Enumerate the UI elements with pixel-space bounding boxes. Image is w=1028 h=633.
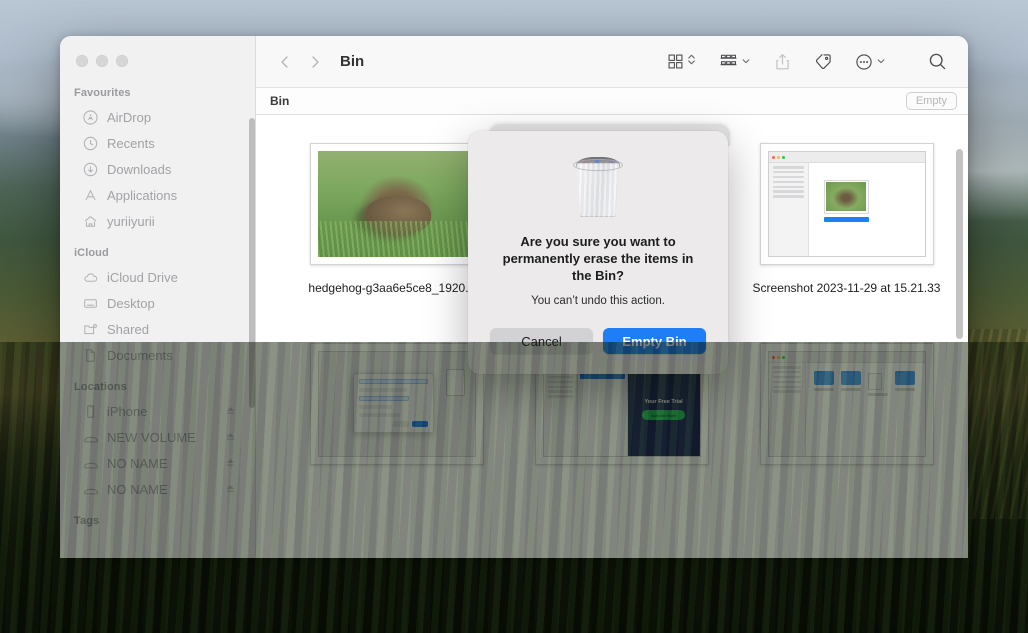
sidebar-item-label: Recents [107,136,155,151]
sidebar-header-locations: Locations [74,381,127,393]
drive-icon [81,456,100,472]
sidebar-item-home[interactable]: yuriiyurii [68,209,247,234]
mail-trial-title: Your Free Trial [644,399,683,405]
sidebar-item-no-name-1[interactable]: NO NAME [68,451,247,476]
up-down-chevron-icon [687,52,696,72]
file-thumbnail[interactable] [759,143,934,265]
sidebar-item-label: iCloud Drive [107,270,178,285]
minimize-button[interactable] [96,55,108,67]
search-button[interactable] [923,49,952,75]
share-button[interactable] [769,49,796,75]
content-scrollbar[interactable] [956,149,963,339]
empty-bin-dialog: Are you sure you want to permanently era… [468,131,728,374]
breadcrumb: Bin [270,94,290,108]
path-bar: Bin Empty [256,88,968,115]
download-icon [81,162,100,177]
sidebar-item-label: NO NAME [107,482,168,497]
mail-cta-button: Activate Now [642,410,686,420]
file-thumbnail[interactable] [309,343,484,465]
chevron-down-icon [876,53,886,71]
preferences-screenshot-art [317,351,476,457]
forward-button[interactable] [300,49,330,75]
file-name-label: hedgehog-g3aa6e5ce8_1920.jpg [308,281,485,295]
dialog-actions: Cancel Empty Bin [490,328,706,354]
sidebar-item-label: NO NAME [107,456,168,471]
window-controls [60,36,255,67]
close-button[interactable] [76,55,88,67]
chevron-down-icon [741,53,751,71]
home-icon [81,214,100,229]
sidebar-item-airdrop[interactable]: AirDrop [68,105,247,130]
sidebar-scrollbar[interactable] [249,118,255,408]
sidebar-item-label: yuriiyurii [107,214,155,229]
eject-icon[interactable] [225,482,237,497]
sidebar-item-desktop[interactable]: Desktop [68,291,247,316]
eject-icon[interactable] [225,430,237,445]
file-item-screenshot-2023-11-29[interactable]: Screenshot 2023-11-29 at 15.21.33 [734,143,959,295]
sidebar-item-documents[interactable]: Documents [68,343,247,368]
document-icon [81,348,100,363]
sidebar-item-new-volume[interactable]: NEW VOLUME [68,425,247,450]
hedgehog-photo [317,151,476,257]
dialog-title: Are you sure you want to permanently era… [502,234,694,283]
empty-bin-button[interactable]: Empty Bin [603,328,706,354]
sidebar-item-label: AirDrop [107,110,152,125]
finder-screenshot-art [767,151,926,257]
sidebar-header-tags: Tags [74,515,100,527]
desktop-wallpaper: Favourites AirDrop Recents Downloads App… [0,0,1028,633]
tag-button[interactable] [809,49,837,75]
iphone-icon [81,404,100,419]
trash-bin-icon [567,149,629,219]
desktop-icon [81,296,100,311]
sidebar-item-shared[interactable]: Shared [68,317,247,342]
sidebar-item-label: NEW VOLUME [107,430,196,445]
drive-icon [81,482,100,498]
eject-icon[interactable] [225,456,237,471]
empty-bin-toolbar-button[interactable]: Empty [905,92,957,110]
sidebar-item-label: Downloads [107,162,172,177]
sidebar-header-icloud: iCloud [74,247,109,259]
view-mode-button[interactable] [662,49,701,75]
back-button[interactable] [270,49,300,75]
more-actions-button[interactable] [850,49,891,75]
applications-icon [81,188,100,203]
file-thumbnail[interactable] [759,343,934,465]
sidebar-header-favourites: Favourites [74,87,131,99]
zoom-button[interactable] [116,55,128,67]
sidebar-item-label: Desktop [107,296,155,311]
sidebar-item-label: Applications [107,188,178,203]
dialog-subtitle: You can’t undo this action. [531,295,665,307]
group-by-button[interactable] [714,49,756,75]
file-name-label: Screenshot 2023-11-29 at 15.21.33 [752,281,941,295]
sidebar-item-iphone[interactable]: iPhone [68,399,247,424]
sidebar-item-applications[interactable]: Applications [68,183,247,208]
sidebar-item-icloud-drive[interactable]: iCloud Drive [68,265,247,290]
drive-icon [81,430,100,446]
cloud-icon [81,270,100,286]
sidebar-item-no-name-2[interactable]: NO NAME [68,477,247,502]
shared-folder-icon [81,322,100,337]
page-title: Bin [340,53,365,70]
sidebar-scroll-area: Favourites AirDrop Recents Downloads App… [60,67,255,549]
cancel-button[interactable]: Cancel [490,328,593,354]
sidebar-item-label: Shared [107,322,149,337]
file-item-folders-screenshot[interactable] [734,343,959,481]
sidebar-item-recents[interactable]: Recents [68,131,247,156]
sidebar-item-label: Documents [107,348,173,363]
file-thumbnail[interactable] [309,143,484,265]
airdrop-icon [81,110,100,125]
sidebar-item-label: iPhone [107,404,148,419]
sidebar-item-downloads[interactable]: Downloads [68,157,247,182]
clock-icon [81,136,100,151]
sidebar: Favourites AirDrop Recents Downloads App… [60,36,256,558]
toolbar: Bin [256,36,968,88]
folders-screenshot-art [767,351,926,457]
eject-icon[interactable] [225,404,237,419]
